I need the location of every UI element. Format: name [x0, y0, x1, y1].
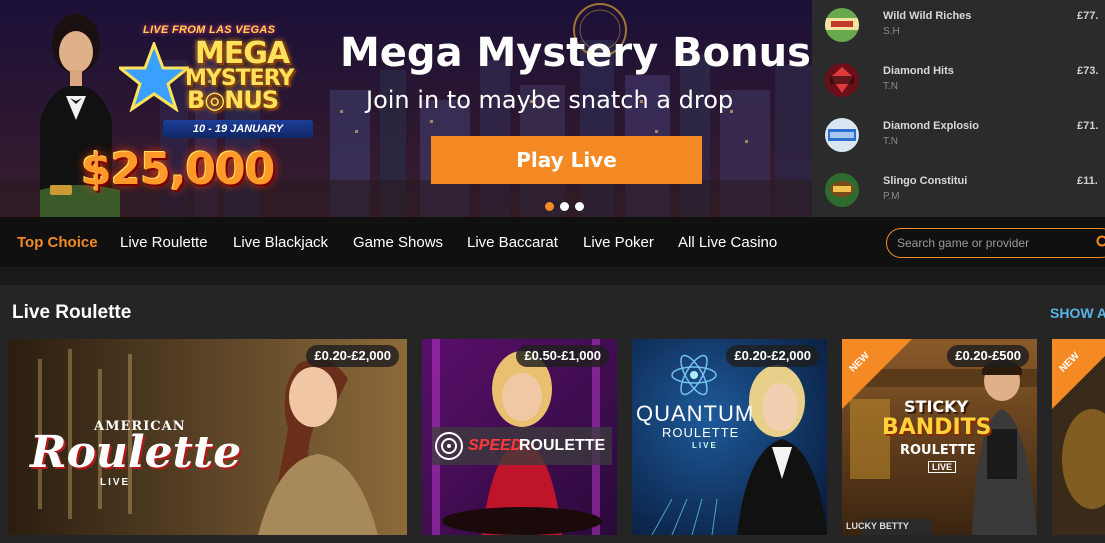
winner-game: Diamond Explosio [883, 120, 979, 132]
stake-range-badge: £0.20-£2,000 [306, 345, 399, 367]
promo-tag: LIVE FROM LAS VEGAS [143, 24, 276, 36]
nav-item-live-poker[interactable]: Live Poker [583, 234, 654, 251]
game-card-quantum-roulette[interactable]: QUANTUM ROULETTE LIVE £0.20-£2,000 [632, 339, 827, 535]
winner-row[interactable]: Diamond Hits T.N £73. [812, 55, 1105, 110]
winner-game: Diamond Hits [883, 65, 954, 77]
hero-banner[interactable]: LIVE FROM LAS VEGAS MEGA MYSTERY B◎NUS 1… [0, 0, 812, 217]
nav-item-all-live-casino[interactable]: All Live Casino [678, 234, 777, 251]
search-input[interactable] [897, 235, 1087, 251]
winner-row[interactable]: Slingo Constitui P.M £11. [812, 165, 1105, 220]
recent-winners-panel: Wild Wild Riches S.H £77. Diamond Hits T… [812, 0, 1105, 217]
logo-line-live: LIVE [100, 477, 131, 488]
winner-game: Slingo Constitui [883, 175, 968, 187]
winner-amount: £73. [1077, 65, 1099, 77]
winner-amount: £71. [1077, 120, 1099, 132]
winner-game: Wild Wild Riches [883, 10, 972, 22]
lucky-betty-sign: LUCKY BETTY [846, 521, 909, 531]
game-card-american-roulette[interactable]: AMERICAN Roulette LIVE £0.20-£2,000 [8, 339, 407, 535]
section-divider [0, 267, 1105, 285]
hero-title: Mega Mystery Bonus [340, 30, 811, 76]
logo-line-bandits: BANDITS [882, 415, 992, 440]
new-badge: NEW [1052, 339, 1105, 409]
logo-line-speed: SPEED [468, 437, 523, 454]
promo-amount: $25,000 [81, 144, 275, 195]
wild-wild-riches-thumbnail [825, 8, 859, 42]
nav-item-live-roulette[interactable]: Live Roulette [120, 234, 208, 251]
logo-line-live: LIVE [928, 461, 957, 473]
winner-user: T.N [883, 81, 898, 92]
section-title: Live Roulette [12, 302, 132, 323]
logo-line-live: LIVE [692, 441, 718, 450]
nav-item-live-blackjack[interactable]: Live Blackjack [233, 234, 328, 251]
show-all-link[interactable]: SHOW A [1050, 305, 1105, 321]
live-roulette-section: Live Roulette SHOW A AMERICAN Roulette L… [0, 285, 1105, 543]
stake-range-badge: £0.50-£1,000 [516, 345, 609, 367]
winner-user: P.M [883, 191, 900, 202]
game-card-sticky-bandits-roulette[interactable]: NEW STICKY BANDITS ROULETTE LIVE LUCKY B… [842, 339, 1037, 535]
logo-line-sticky: STICKY [904, 397, 969, 416]
nav-item-live-baccarat[interactable]: Live Baccarat [467, 234, 558, 251]
mega-mystery-bonus-logo: LIVE FROM LAS VEGAS MEGA MYSTERY B◎NUS 1… [81, 22, 365, 212]
category-nav: Top Choice Live Roulette Live Blackjack … [0, 217, 1105, 267]
logo-line-roulette: Roulette [30, 427, 242, 478]
carousel-dot-1[interactable] [545, 202, 554, 211]
slingo-thumbnail [825, 173, 859, 207]
logo-line-roulette: ROULETTE [519, 437, 606, 454]
play-live-button[interactable]: Play Live [431, 136, 702, 184]
winner-amount: £77. [1077, 10, 1099, 22]
winner-row[interactable]: Diamond Explosio T.N £71. [812, 110, 1105, 165]
game-card-partial[interactable]: NEW [1052, 339, 1105, 535]
stake-range-badge: £0.20-£2,000 [726, 345, 819, 367]
stake-range-badge: £0.20-£500 [947, 345, 1029, 367]
winner-amount: £11. [1077, 175, 1098, 187]
new-badge: NEW [842, 339, 912, 409]
nav-item-game-shows[interactable]: Game Shows [353, 234, 443, 251]
search-box [886, 228, 1105, 258]
logo-line-roulette: ROULETTE [900, 443, 976, 458]
diamond-explosion-thumbnail [825, 118, 859, 152]
winner-user: S.H [883, 26, 900, 37]
winner-row[interactable]: Wild Wild Riches S.H £77. [812, 0, 1105, 55]
winner-user: T.N [883, 136, 898, 147]
logo-line-quantum: QUANTUM [636, 401, 755, 426]
search-icon[interactable] [1096, 235, 1105, 249]
hero-subtitle: Join in to maybe snatch a drop [366, 86, 734, 114]
star-icon [119, 42, 189, 112]
promo-word-bonus: B◎NUS [187, 86, 279, 114]
roulette-wheel-icon [435, 432, 463, 460]
carousel-dots [545, 202, 584, 211]
nav-item-top-choice[interactable]: Top Choice [17, 234, 98, 251]
game-card-speed-roulette[interactable]: SPEED ROULETTE £0.50-£1,000 [422, 339, 617, 535]
promo-dates: 10 - 19 JANUARY [163, 120, 313, 138]
carousel-dot-2[interactable] [560, 202, 569, 211]
live-casino-page: LIVE FROM LAS VEGAS MEGA MYSTERY B◎NUS 1… [0, 0, 1105, 543]
logo-line-roulette: ROULETTE [662, 425, 740, 440]
carousel-dot-3[interactable] [575, 202, 584, 211]
diamond-hits-thumbnail [825, 63, 859, 97]
